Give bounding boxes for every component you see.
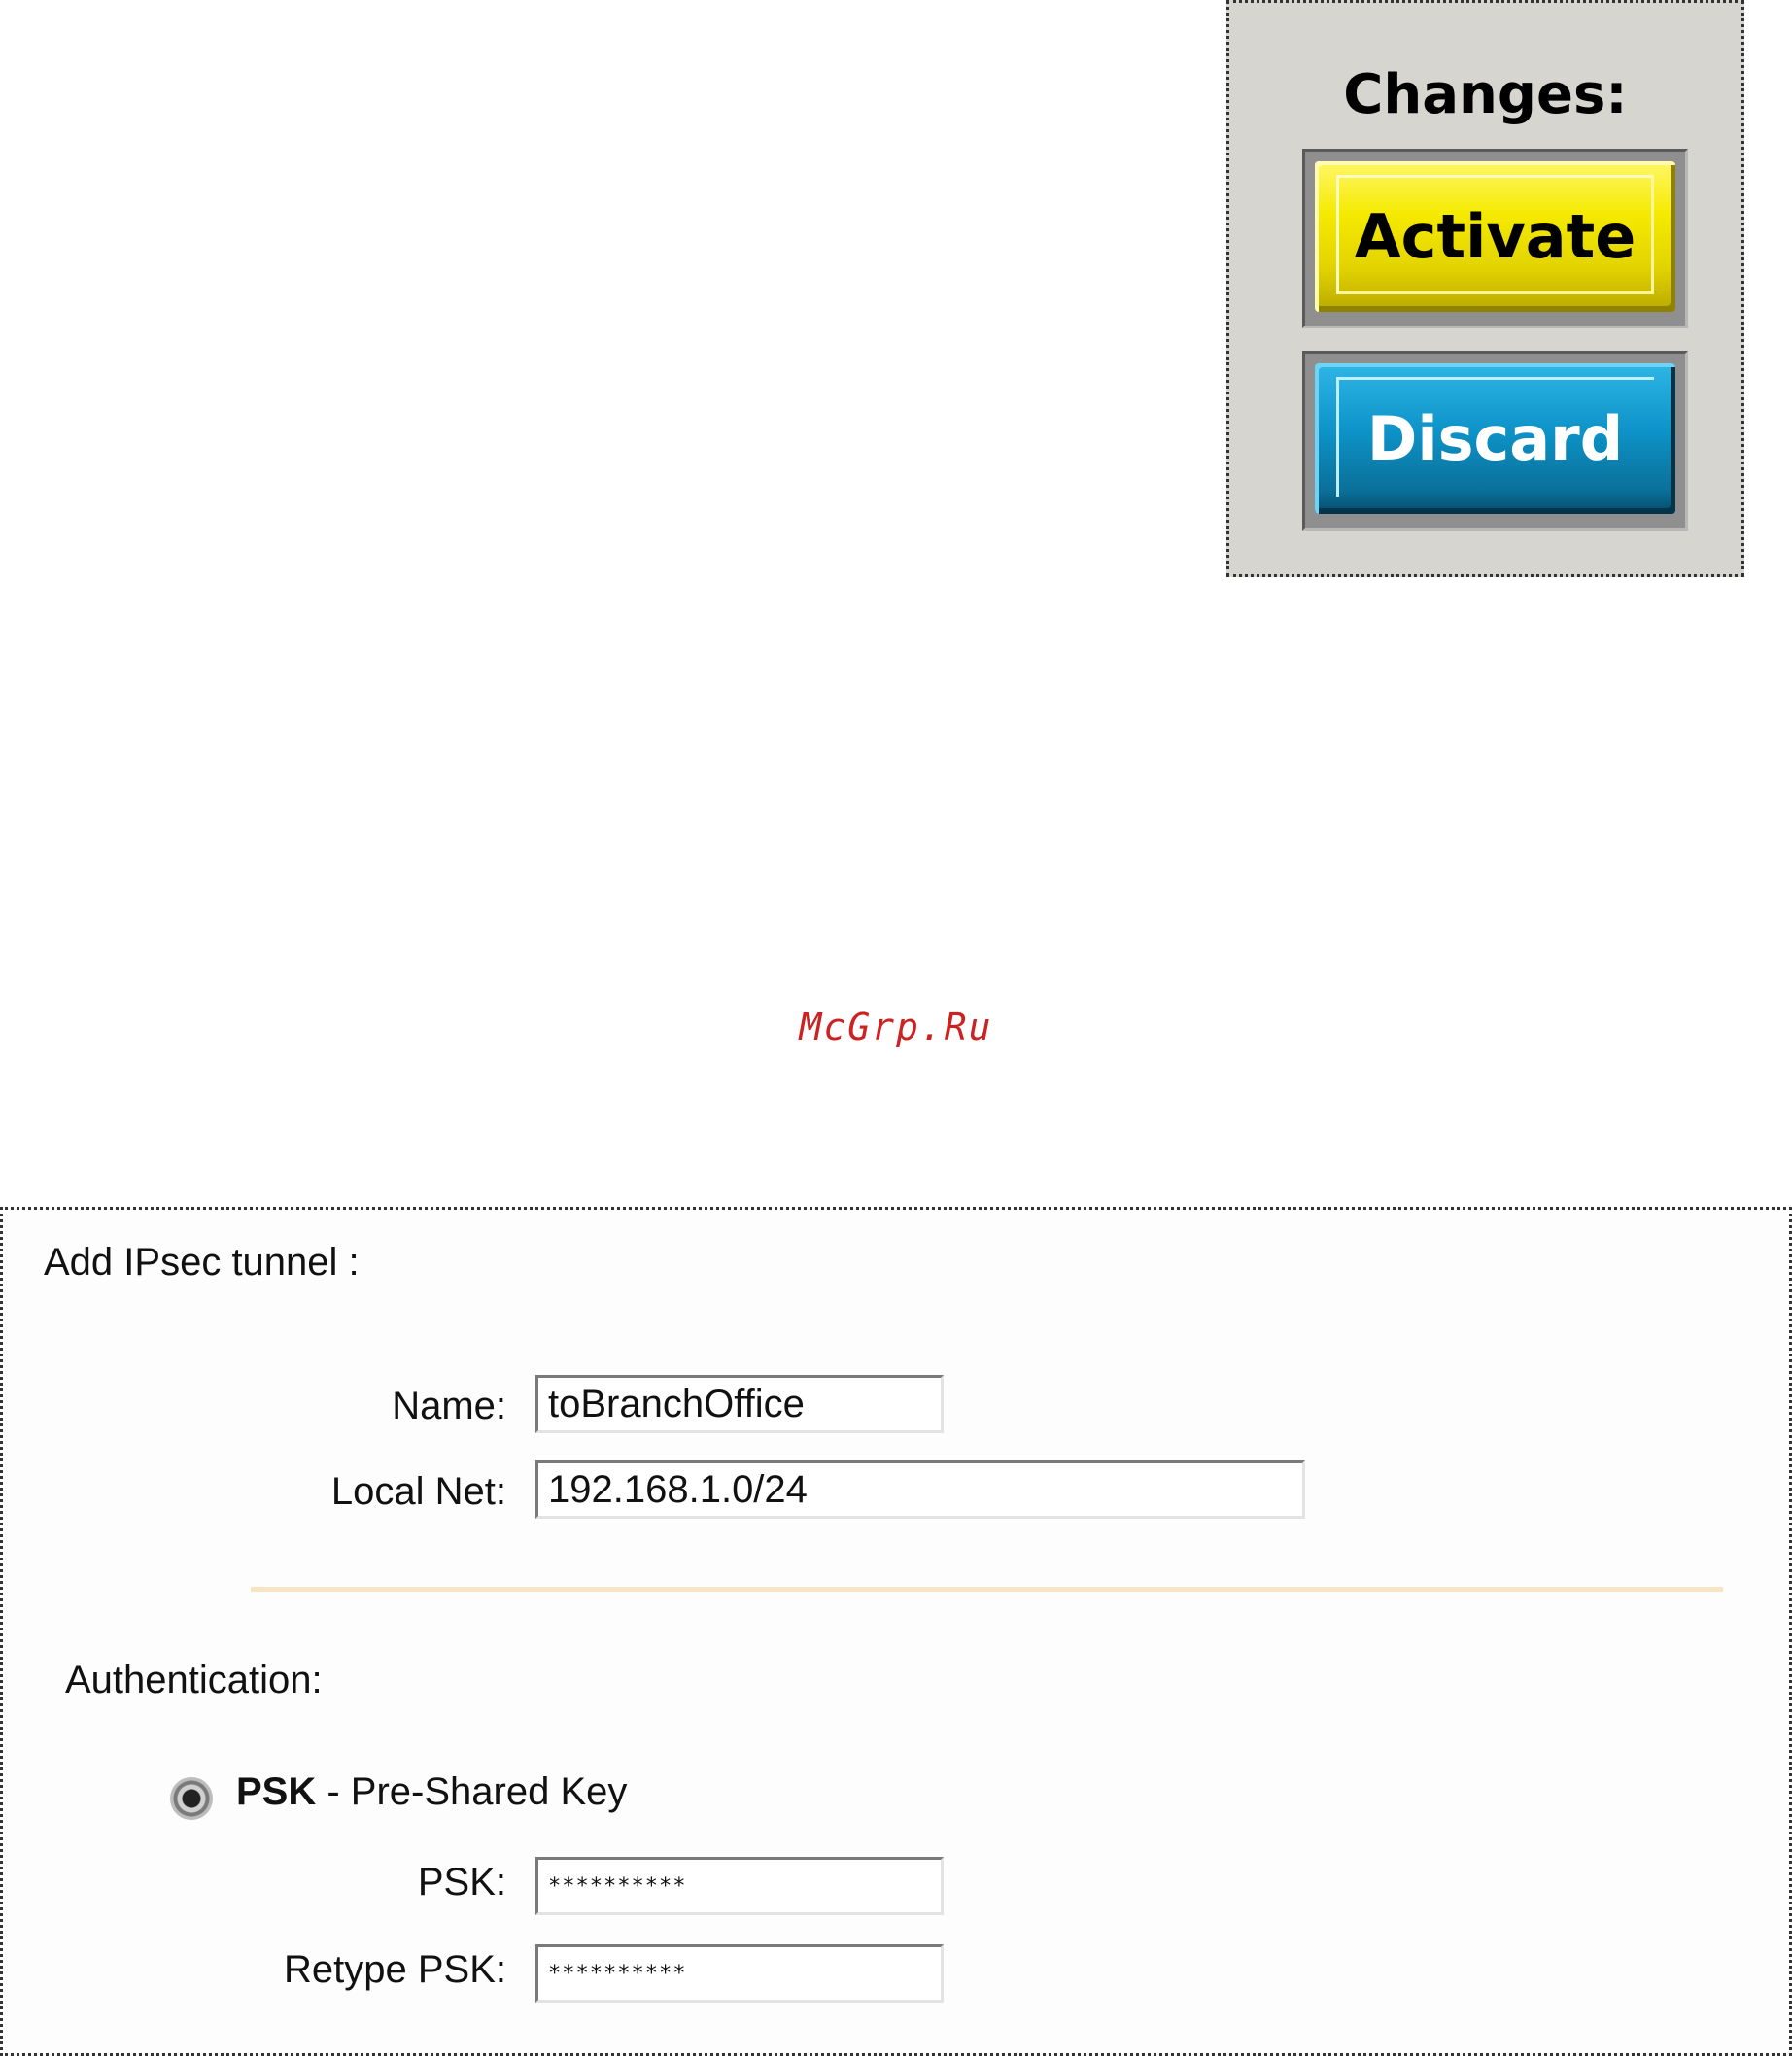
psk-radio-label-strong: PSK	[236, 1770, 317, 1813]
add-ipsec-tunnel-panel: Add IPsec tunnel : Name: Local Net: Auth…	[0, 1207, 1792, 2056]
discard-button-frame: Discard	[1302, 351, 1688, 531]
watermark: McGrp.Ru	[799, 1006, 993, 1048]
section-divider	[251, 1587, 1723, 1592]
retype-psk-label: Retype PSK:	[283, 1948, 506, 1991]
name-label: Name:	[392, 1385, 506, 1427]
local-net-label: Local Net:	[330, 1470, 506, 1513]
discard-button-label: Discard	[1366, 403, 1624, 474]
changes-title: Changes:	[1343, 63, 1628, 126]
retype-psk-input[interactable]	[535, 1944, 944, 2003]
psk-radio-label: PSK - Pre-Shared Key	[236, 1770, 627, 1814]
authentication-label: Authentication:	[65, 1659, 323, 1701]
changes-panel: Changes: Activate Discard	[1226, 0, 1744, 577]
psk-radio-label-text: - Pre-Shared Key	[316, 1770, 628, 1813]
psk-radio[interactable]	[170, 1777, 213, 1820]
name-input[interactable]	[535, 1375, 944, 1433]
activate-button[interactable]: Activate	[1315, 161, 1675, 312]
activate-button-frame: Activate	[1302, 149, 1688, 328]
discard-button[interactable]: Discard	[1315, 363, 1675, 514]
psk-input[interactable]	[535, 1857, 944, 1915]
activate-button-label: Activate	[1354, 201, 1637, 272]
form-title: Add IPsec tunnel :	[44, 1241, 360, 1284]
psk-label: PSK:	[417, 1861, 506, 1903]
local-net-input[interactable]	[535, 1460, 1305, 1519]
